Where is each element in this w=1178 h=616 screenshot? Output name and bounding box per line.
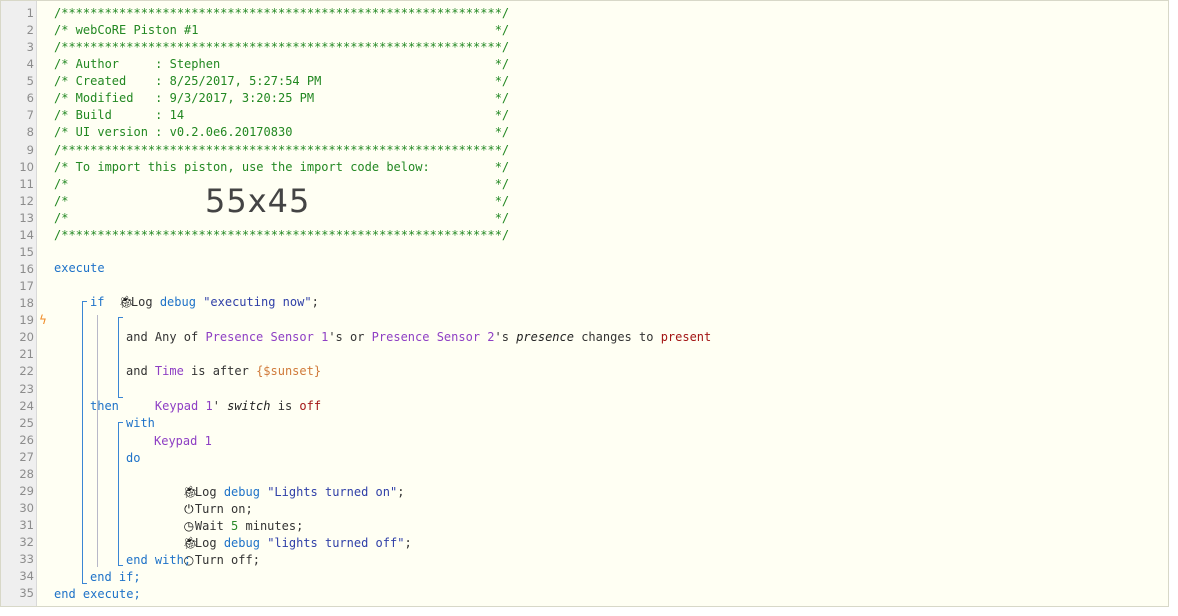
line-number: 5 [26,74,34,89]
line-number: 29 [19,483,34,498]
end-execute-keyword: end execute; [54,587,141,601]
line-number: 11 [19,176,34,191]
if-block-bracket [82,301,87,584]
with-device[interactable]: Keypad 1 [154,433,212,450]
header-comment-line: /* webCoRE Piston #1 */ [54,23,510,38]
do-keyword[interactable]: do [126,450,140,467]
operator-and[interactable]: and [126,363,148,380]
line-number: 27 [19,449,34,464]
log-statement[interactable]: 🐞︎Log debug "Lights turned on"; [154,467,405,499]
header-comment-line: /* Author : Stephen */ [54,57,510,72]
line-number: 35 [19,586,34,601]
line-number: 9 [26,142,34,157]
line-number: 1 [26,6,34,20]
line-number: 34 [19,569,34,584]
line-number: 17 [19,279,34,294]
line-number: 23 [19,381,34,396]
header-comment-line: /* Created : 8/25/2017, 5:27:54 PM */ [54,74,510,89]
header-comment-line: /* Build : 14 */ [54,108,510,123]
operator-and[interactable]: and [126,329,148,346]
end-if-keyword[interactable]: end if; [90,569,141,586]
execute-keyword: execute [54,261,105,275]
if-keyword[interactable]: if [90,294,104,311]
with-block-bracket [118,422,123,566]
log-statement[interactable]: 🐞︎Log debug "lights turned off"; [154,518,412,550]
conditions-bracket [118,317,123,398]
line-number: 32 [19,535,34,550]
line-number: 21 [19,347,34,362]
line-number: 8 [26,125,34,140]
condition-time[interactable]: Time is after {$sunset} [126,346,321,378]
line-number: 28 [19,466,34,481]
line-number: 26 [19,432,34,447]
turn-off-statement[interactable]: ○Turn off; [154,535,260,567]
line-number: 14 [19,227,34,242]
line-number: 3 [26,40,34,55]
line-number: 10 [19,159,34,174]
header-comment-line: /***************************************… [54,6,510,20]
line-number: 6 [26,91,34,106]
then-keyword[interactable]: then [90,398,119,415]
header-comment-line: /* Modified : 9/3/2017, 3:20:25 PM */ [54,91,510,106]
header-comment-line: /***************************************… [54,142,510,157]
line-number: 15 [19,244,34,259]
line-number: 22 [19,364,34,379]
import-code: 55x45 [205,182,311,220]
with-keyword[interactable]: with [126,415,155,432]
line-number: 24 [19,398,34,413]
turn-on-statement[interactable]: ⏻Turn on; [154,484,253,516]
line-number: 13 [19,210,34,225]
line-number: 4 [26,57,34,72]
end-with-keyword[interactable]: end with; [126,552,191,569]
log-statement[interactable]: 🐞︎Log debug "executing now"; [90,277,319,309]
condition-presence[interactable]: Any of Presence Sensor 1's or Presence S… [126,312,711,344]
header-comment-line: /* UI version : v0.2.0e6.20170830 */ [54,125,510,140]
wait-statement[interactable]: ◷Wait 5 minutes; [154,501,304,533]
header-comment-line: /* To import this piston, use the import… [54,159,510,174]
line-number: 19 [19,313,34,328]
if-inner-guide [97,315,98,567]
lightning-icon: ϟ [39,313,47,327]
condition-switch[interactable]: Keypad 1' switch is off [126,381,321,413]
code-editor: 1 2 3 4 5 6 7 8 9 10 11 12 13 14 15 16 17 18 19 20 21 22 23 24 2… [0,0,1169,607]
line-number: 12 [19,193,34,208]
line-number: 16 [19,262,34,277]
line-number: 30 [19,501,34,516]
header-comment-line: /***************************************… [54,227,510,242]
line-number: 18 [19,296,34,311]
line-number: 2 [26,23,34,38]
line-number: 31 [19,518,34,533]
line-number: 7 [26,108,34,123]
line-number: 25 [19,415,34,430]
line-number: 33 [19,552,34,567]
line-number-gutter: 1 2 3 4 5 6 7 8 9 10 11 12 13 14 15 16 17 18 19 20 21 22 23 24 2… [1,1,37,606]
line-number: 20 [19,330,34,345]
bug-icon: 🐞︎ [118,295,135,309]
header-comment-line: /***************************************… [54,40,510,55]
